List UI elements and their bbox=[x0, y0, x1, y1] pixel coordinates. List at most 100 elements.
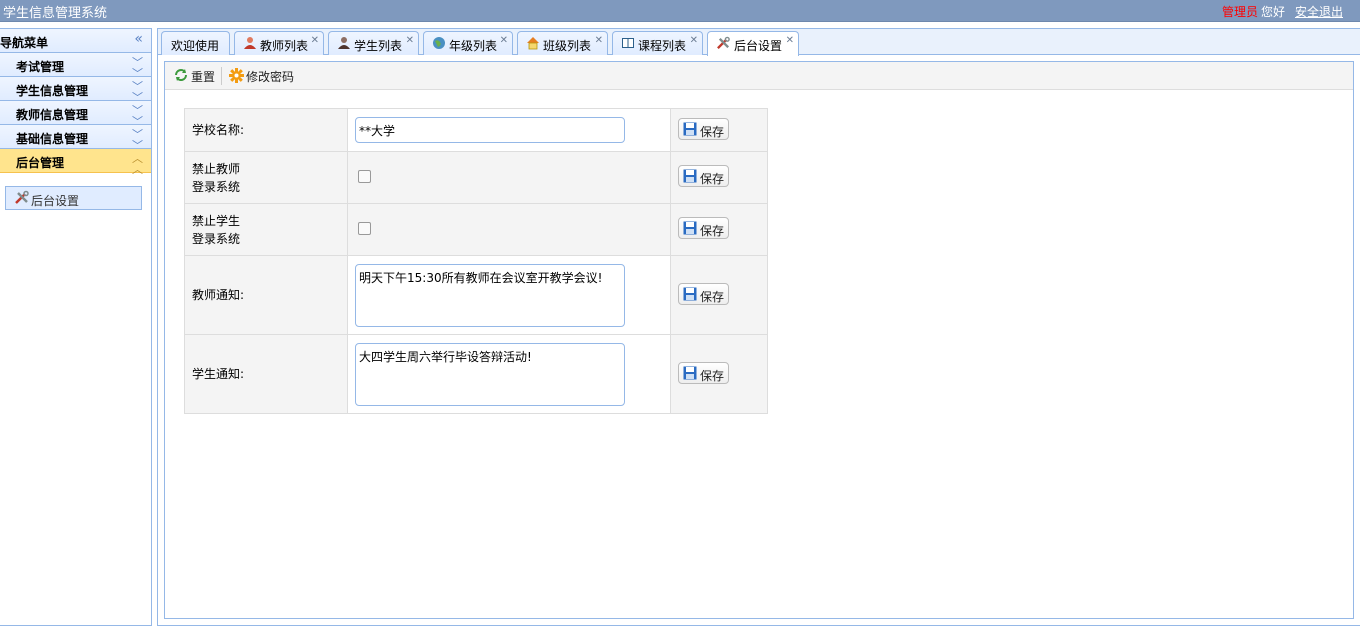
close-icon[interactable]: ✕ bbox=[500, 35, 508, 46]
tab-class-list[interactable]: 班级列表 ✕ bbox=[517, 31, 608, 55]
settings-form: 学校名称: 保存 禁止教师登录系统 bbox=[184, 108, 768, 414]
double-chevron-down-icon: ﹀ ﹀ bbox=[132, 80, 143, 104]
tab-label: 课程列表 bbox=[638, 39, 687, 53]
sidebar-section-basic[interactable]: 基础信息管理 ﹀ ﹀ bbox=[0, 125, 151, 152]
sidebar-section-backend[interactable]: 后台管理 ︿ ︿ bbox=[0, 149, 151, 176]
forbid-student-checkbox[interactable] bbox=[358, 221, 371, 235]
double-chevron-up-icon: ︿ ︿ bbox=[132, 152, 143, 176]
floppy-disk-icon bbox=[683, 366, 697, 383]
save-teacher-notice-button[interactable]: 保存 bbox=[678, 282, 729, 305]
sidebar-item-backend-settings[interactable]: 后台设置 bbox=[5, 186, 142, 210]
save-forbid-teacher-button[interactable]: 保存 bbox=[678, 165, 729, 187]
save-cell: 保存 bbox=[670, 334, 768, 414]
greeting-text: 您好 bbox=[1260, 5, 1285, 19]
tab-label: 学生列表 bbox=[354, 39, 403, 53]
tab-teacher-list[interactable]: 教师列表 ✕ bbox=[234, 31, 324, 55]
forbid-teacher-label-line1: 禁止教师 bbox=[192, 161, 241, 176]
teacher-notice-textarea[interactable]: 明天下午15:30所有教师在会议室开教学会议! bbox=[355, 263, 625, 327]
globe-icon bbox=[432, 36, 446, 53]
toolbar: 重置 修改密码 bbox=[165, 62, 1353, 90]
forbid-teacher-label-line2: 登录系统 bbox=[192, 179, 241, 194]
save-label: 保存 bbox=[700, 289, 725, 304]
save-school-name-button[interactable]: 保存 bbox=[678, 117, 729, 140]
form-row-teacher-notice: 教师通知: 明天下午15:30所有教师在会议室开教学会议! 保存 bbox=[184, 255, 768, 335]
teacher-notice-cell: 明天下午15:30所有教师在会议室开教学会议! bbox=[347, 255, 671, 335]
tools-icon bbox=[716, 36, 731, 54]
double-chevron-down-icon: ﹀ ﹀ bbox=[132, 128, 143, 152]
form-row-forbid-teacher: 禁止教师登录系统 保存 bbox=[184, 151, 768, 204]
tab-course-list[interactable]: 课程列表 ✕ bbox=[612, 31, 703, 55]
sidebar-section-teacher[interactable]: 教师信息管理 ﹀ ﹀ bbox=[0, 101, 151, 128]
save-label: 保存 bbox=[700, 224, 725, 238]
save-label: 保存 bbox=[700, 172, 725, 186]
sidebar-header: 导航菜单 « bbox=[0, 29, 151, 53]
toolbar-divider bbox=[221, 67, 222, 85]
top-header: 学生信息管理系统 管理员 您好 安全退出 bbox=[0, 0, 1360, 22]
tab-label: 教师列表 bbox=[260, 39, 309, 53]
forbid-student-label-line2: 登录系统 bbox=[192, 231, 241, 246]
floppy-disk-icon bbox=[683, 287, 697, 304]
close-icon[interactable]: ✕ bbox=[690, 35, 698, 46]
form-row-student-notice: 学生通知: 大四学生周六举行毕设答辩活动! 保存 bbox=[184, 334, 768, 414]
forbid-student-cell bbox=[347, 203, 671, 256]
change-password-button[interactable]: 修改密码 bbox=[227, 67, 297, 85]
floppy-disk-icon bbox=[683, 122, 697, 139]
save-label: 保存 bbox=[700, 124, 725, 139]
sidebar-section-label: 考试管理 bbox=[16, 60, 65, 74]
teacher-notice-label: 教师通知: bbox=[184, 255, 348, 335]
forbid-teacher-checkbox[interactable] bbox=[358, 169, 371, 183]
collapse-sidebar-icon[interactable]: « bbox=[134, 31, 143, 47]
student-notice-textarea[interactable]: 大四学生周六举行毕设答辩活动! bbox=[355, 342, 625, 406]
user-dark-icon bbox=[337, 36, 351, 53]
save-forbid-student-button[interactable]: 保存 bbox=[678, 217, 729, 239]
save-cell: 保存 bbox=[670, 255, 768, 335]
app-title: 学生信息管理系统 bbox=[3, 6, 108, 21]
forbid-student-label-line1: 禁止学生 bbox=[192, 213, 241, 228]
sidebar: 导航菜单 « 考试管理 ﹀ ﹀ 学生信息管理 ﹀ ﹀ 教师信息管理 ﹀ ﹀ 基础信息管… bbox=[0, 28, 152, 626]
save-cell: 保存 bbox=[670, 151, 768, 204]
tab-label: 后台设置 bbox=[734, 39, 783, 53]
save-label: 保存 bbox=[700, 368, 725, 383]
refresh-icon bbox=[174, 68, 188, 85]
sidebar-title: 导航菜单 bbox=[0, 36, 49, 50]
sidebar-item-label: 后台设置 bbox=[31, 194, 80, 208]
tab-student-list[interactable]: 学生列表 ✕ bbox=[328, 31, 419, 55]
home-icon bbox=[526, 36, 540, 53]
logout-link[interactable]: 安全退出 bbox=[1295, 5, 1343, 19]
floppy-disk-icon bbox=[683, 169, 697, 186]
close-icon[interactable]: ✕ bbox=[406, 35, 414, 46]
school-name-label: 学校名称: bbox=[184, 108, 348, 152]
tab-strip: 欢迎使用 教师列表 ✕ 学生列表 ✕ 年级列表 ✕ 班级列表 ✕ 课程列表 ✕ bbox=[158, 29, 1360, 56]
settings-panel: 重置 修改密码 学校名称: 保存 bbox=[164, 61, 1354, 619]
tab-backend-settings[interactable]: 后台设置 ✕ bbox=[707, 31, 799, 56]
user-red-icon bbox=[243, 36, 257, 53]
tab-label: 班级列表 bbox=[543, 39, 592, 53]
reset-label: 重置 bbox=[191, 70, 216, 84]
sidebar-section-exam[interactable]: 考试管理 ﹀ ﹀ bbox=[0, 53, 151, 79]
sidebar-section-student[interactable]: 学生信息管理 ﹀ ﹀ bbox=[0, 77, 151, 104]
form-row-forbid-student: 禁止学生登录系统 保存 bbox=[184, 203, 768, 256]
tab-welcome[interactable]: 欢迎使用 bbox=[161, 31, 230, 55]
tab-grade-list[interactable]: 年级列表 ✕ bbox=[423, 31, 513, 55]
save-student-notice-button[interactable]: 保存 bbox=[678, 361, 729, 384]
close-icon[interactable]: ✕ bbox=[595, 35, 603, 46]
save-cell: 保存 bbox=[670, 108, 768, 152]
tab-label: 欢迎使用 bbox=[171, 39, 220, 53]
sidebar-section-label: 学生信息管理 bbox=[16, 84, 89, 98]
close-icon[interactable]: ✕ bbox=[786, 35, 794, 46]
double-chevron-down-icon: ﹀ ﹀ bbox=[132, 104, 143, 128]
forbid-student-label: 禁止学生 登录系统 bbox=[184, 203, 348, 256]
form-row-school-name: 学校名称: 保存 bbox=[184, 108, 768, 152]
sidebar-section-label: 教师信息管理 bbox=[16, 108, 89, 122]
tools-icon bbox=[14, 190, 30, 209]
sidebar-section-label: 基础信息管理 bbox=[16, 132, 89, 146]
school-name-input[interactable] bbox=[355, 117, 625, 143]
book-icon bbox=[621, 36, 635, 53]
forbid-teacher-cell bbox=[347, 151, 671, 204]
student-notice-label: 学生通知: bbox=[184, 334, 348, 414]
reset-button[interactable]: 重置 bbox=[172, 67, 220, 85]
close-icon[interactable]: ✕ bbox=[311, 35, 319, 46]
user-role: 管理员 bbox=[1221, 5, 1258, 19]
floppy-disk-icon bbox=[683, 221, 697, 238]
forbid-teacher-label: 禁止教师 登录系统 bbox=[184, 151, 348, 204]
